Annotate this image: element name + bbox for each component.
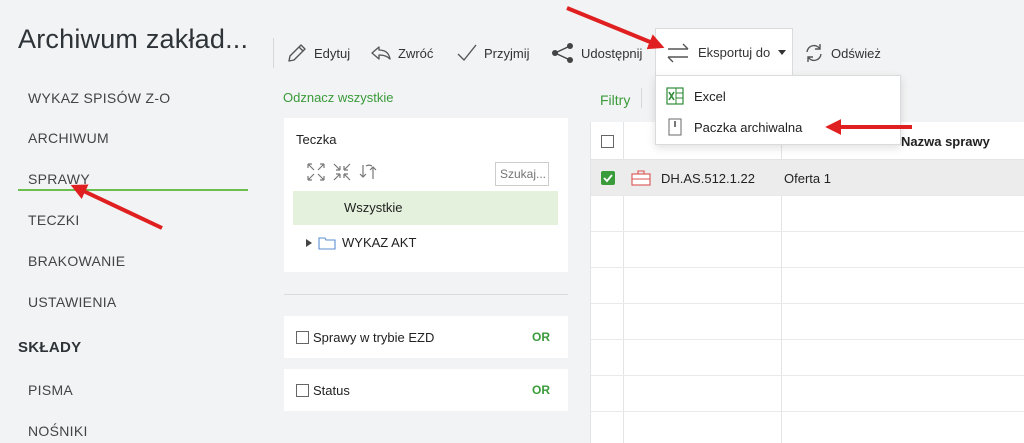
swap-arrows-icon: [667, 43, 689, 62]
return-label: Zwróć: [398, 45, 434, 61]
status-operator[interactable]: OR: [532, 383, 550, 397]
status-checkbox[interactable]: [296, 383, 309, 397]
sidebar-item-brakowanie[interactable]: BRAKOWANIE: [28, 253, 125, 269]
share-label: Udostępnij: [581, 45, 643, 61]
export-label: Eksportuj do: [698, 45, 771, 60]
ezd-mode-operator[interactable]: OR: [532, 330, 550, 344]
column-header-name[interactable]: Nazwa sprawy: [901, 134, 990, 149]
toolbar-separator: [273, 38, 274, 68]
sidebar-item-pisma[interactable]: PISMA: [28, 382, 73, 398]
checkmark-icon: [457, 44, 477, 62]
refresh-icon: [806, 44, 822, 62]
deselect-all-link[interactable]: Odznacz wszystkie: [283, 90, 394, 105]
caret-right-icon[interactable]: [306, 238, 312, 247]
sidebar-item-sprawy[interactable]: SPRAWY: [28, 171, 90, 187]
briefcase-icon: [631, 170, 651, 186]
excel-label: Excel: [694, 88, 726, 104]
share-icon: [552, 43, 573, 63]
reply-arrow-icon: [371, 46, 391, 60]
case-name: Oferta 1: [784, 171, 831, 186]
excel-icon: [666, 87, 684, 105]
table-row: [591, 412, 1024, 443]
edit-button[interactable]: Edytuj: [286, 40, 350, 66]
export-dropdown-menu: Excel Paczka archiwalna: [655, 75, 901, 145]
expand-all-icon[interactable]: [306, 162, 326, 182]
accept-label: Przyjmij: [484, 45, 530, 61]
return-button[interactable]: Zwróć: [370, 40, 433, 66]
edit-label: Edytuj: [314, 45, 351, 61]
tree-node-label: WYKAZ AKT: [342, 235, 417, 250]
sidebar-item-wykaz-spisow[interactable]: WYKAZ SPISÓW Z-O: [28, 90, 170, 106]
folder-search-input[interactable]: [495, 162, 549, 186]
export-to-button[interactable]: Eksportuj do: [655, 28, 793, 76]
table-row: [591, 232, 1024, 268]
table-row: [591, 340, 1024, 376]
app-title: Archiwum zakład...: [18, 24, 249, 54]
table-row: [591, 376, 1024, 412]
filter-ezd-mode: Sprawy w trybie EZD OR: [284, 316, 568, 358]
check-icon: [603, 174, 613, 183]
export-menu-item-archive-package[interactable]: Paczka archiwalna: [666, 118, 802, 136]
tree-tools: [306, 162, 378, 182]
sidebar-item-teczki[interactable]: TECZKI: [28, 212, 80, 228]
panel-divider: [284, 294, 568, 295]
folder-tree-card: Teczka Wszystkie WYKAZ AKT: [284, 118, 568, 272]
archive-package-icon: [668, 118, 682, 136]
pencil-icon: [288, 44, 306, 62]
sidebar-section-sklady: SKŁADY: [18, 339, 82, 356]
ezd-mode-label: Sprawy w trybie EZD: [313, 329, 435, 345]
folder-tree-label: Teczka: [296, 132, 337, 147]
active-nav-underline: [18, 189, 248, 191]
table-row: [591, 304, 1024, 340]
table-row[interactable]: DH.AS.512.1.22 Oferta 1: [591, 160, 1024, 196]
select-all-checkbox[interactable]: [601, 135, 614, 148]
folder-icon: [318, 236, 336, 250]
sync-icon[interactable]: [358, 162, 378, 182]
sidebar-item-ustawienia[interactable]: USTAWIENIA: [28, 294, 117, 310]
tree-node-all[interactable]: Wszystkie: [293, 191, 558, 225]
case-signature: DH.AS.512.1.22: [661, 171, 755, 186]
cases-table: Nazwa sprawy DH.AS.512.1.22 Oferta 1: [590, 122, 1024, 443]
filters-toggle[interactable]: Filtry: [600, 92, 630, 108]
status-label: Status: [313, 382, 350, 398]
refresh-button[interactable]: Odśwież: [803, 40, 881, 66]
ezd-mode-checkbox[interactable]: [296, 330, 309, 344]
filter-status: Status OR: [284, 369, 568, 411]
accept-button[interactable]: Przyjmij: [456, 40, 530, 66]
archive-package-label: Paczka archiwalna: [694, 119, 803, 135]
sidebar-item-archiwum[interactable]: ARCHIWUM: [28, 130, 109, 146]
filters-separator: [641, 88, 642, 108]
collapse-all-icon[interactable]: [332, 162, 352, 182]
tree-node-wykaz-akt[interactable]: WYKAZ AKT: [306, 235, 416, 250]
sidebar: Archiwum zakład... WYKAZ SPISÓW Z-O ARCH…: [0, 0, 268, 443]
share-button[interactable]: Udostępnij: [551, 40, 642, 66]
export-menu-item-excel[interactable]: Excel: [666, 87, 726, 105]
row-checkbox-checked[interactable]: [601, 171, 615, 185]
refresh-label: Odśwież: [831, 45, 881, 61]
chevron-down-icon: [778, 50, 787, 55]
table-row: [591, 268, 1024, 304]
table-row: [591, 196, 1024, 232]
sidebar-item-nosniki[interactable]: NOŚNIKI: [28, 423, 88, 439]
